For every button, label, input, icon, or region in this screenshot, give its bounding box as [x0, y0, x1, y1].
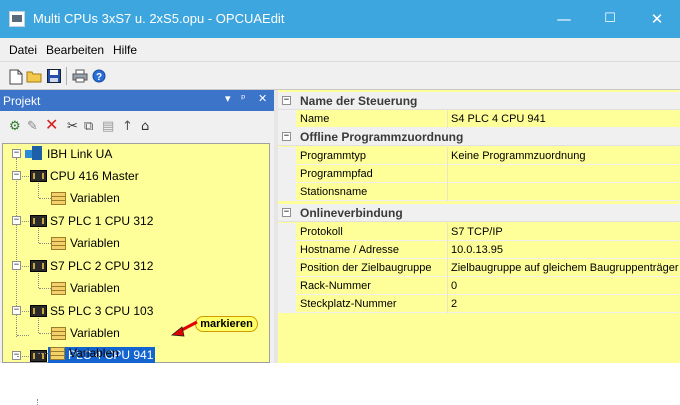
tree-node-variables[interactable]: Variablen [69, 346, 119, 360]
property-row[interactable]: Position der Zielbaugruppe Zielbaugruppe… [278, 259, 680, 277]
menu-bar: Datei Bearbeiten Hilfe [0, 38, 680, 62]
node-collapse-icon[interactable]: − [12, 216, 21, 225]
variables-icon [51, 192, 66, 205]
node-collapse-icon[interactable]: − [12, 306, 21, 315]
cut-icon[interactable]: ✂ [67, 120, 78, 134]
property-row[interactable]: Programmpfad [278, 165, 680, 183]
svg-text:?: ? [96, 72, 102, 83]
property-row[interactable]: Protokoll S7 TCP/IP [278, 223, 680, 241]
edit-icon[interactable]: ✎ [27, 120, 38, 134]
markieren-callout: markieren [195, 316, 258, 332]
plc-icon [30, 260, 47, 272]
tree-node-plc[interactable]: S5 PLC 3 CPU 103 [50, 304, 153, 318]
home-icon[interactable]: ⌂ [141, 120, 149, 134]
property-category[interactable]: − Offline Programmzuordnung [278, 128, 680, 146]
app-icon [9, 11, 25, 27]
property-category[interactable]: − Onlineverbindung [278, 204, 680, 222]
network-icon [25, 146, 43, 160]
category-collapse-icon[interactable]: − [282, 132, 291, 141]
variables-icon [51, 237, 66, 250]
tree-node-plc[interactable]: S7 PLC 2 CPU 312 [50, 259, 153, 273]
plc-icon [30, 350, 47, 362]
toolbar-separator [66, 67, 67, 85]
root-collapse-icon[interactable]: − [12, 149, 21, 158]
tree-node-variables[interactable]: Variablen [70, 326, 120, 340]
plc-icon [30, 170, 47, 182]
delete-icon[interactable]: ✕ [45, 117, 58, 133]
category-collapse-icon[interactable]: − [282, 96, 291, 105]
tree-node-variables[interactable]: Variablen [70, 236, 120, 250]
project-toolbar: ⚙ ✎ ✕ ✂ ⧉ ▤ ↑ ⌂ [0, 111, 274, 143]
new-file-icon[interactable] [8, 69, 24, 85]
project-panel-title: Projekt [3, 94, 41, 108]
minimize-button[interactable]: — [541, 0, 587, 38]
tree-node-root[interactable]: IBH Link UA [47, 147, 112, 161]
plc-icon [30, 215, 47, 227]
open-folder-icon[interactable] [26, 69, 42, 85]
tree-line [16, 158, 17, 328]
menu-bearbeiten[interactable]: Bearbeiten [46, 43, 104, 57]
close-button[interactable]: ✕ [634, 0, 680, 38]
tree-node-variables[interactable]: Variablen [70, 281, 120, 295]
property-row[interactable]: Hostname / Adresse 10.0.13.95 [278, 241, 680, 259]
paste-icon[interactable]: ▤ [102, 120, 114, 134]
property-row[interactable]: Programmtyp Keine Programmzuordnung [278, 147, 680, 165]
panel-dropdown-icon[interactable]: ▾ [225, 92, 231, 105]
property-row[interactable]: Rack-Nummer 0 [278, 277, 680, 295]
project-panel: Projekt ▾ ᵖ ✕ ⚙ ✎ ✕ ✂ ⧉ ▤ ↑ ⌂ − IBH Link… [0, 90, 274, 405]
category-collapse-icon[interactable]: − [282, 208, 291, 217]
node-collapse-icon[interactable]: − [12, 261, 21, 270]
title-bar: Multi CPUs 3xS7 u. 2xS5.opu - OPCUAEdit … [0, 0, 680, 38]
variables-icon [51, 327, 66, 340]
tree-node-variables[interactable]: Variablen [70, 191, 120, 205]
tree-node-plc[interactable]: S7 PLC 1 CPU 312 [50, 214, 153, 228]
node-collapse-icon[interactable]: − [12, 171, 21, 180]
print-icon[interactable] [72, 69, 88, 85]
panel-close-icon[interactable]: ✕ [258, 92, 267, 105]
tree-node-plc[interactable]: CPU 416 Master [50, 169, 139, 183]
callout-arrow-icon [170, 320, 198, 337]
property-row[interactable]: Stationsname [278, 183, 680, 201]
copy-icon[interactable]: ⧉ [84, 120, 93, 134]
project-panel-header: Projekt ▾ ᵖ ✕ [0, 90, 274, 111]
property-grid: − Name der Steuerung Name S4 PLC 4 CPU 9… [278, 90, 680, 363]
move-up-icon[interactable]: ↑ [122, 120, 133, 134]
plc-icon [30, 305, 47, 317]
variables-icon [50, 347, 65, 360]
property-row[interactable]: Steckplatz-Nummer 2 [278, 295, 680, 313]
window-title: Multi CPUs 3xS7 u. 2xS5.opu - OPCUAEdit [33, 11, 285, 26]
help-icon[interactable]: ? [91, 69, 107, 85]
menu-hilfe[interactable]: Hilfe [113, 43, 137, 57]
panel-pin-icon[interactable]: ᵖ [241, 92, 246, 105]
save-icon[interactable] [46, 69, 62, 85]
main-toolbar: ? [0, 62, 680, 90]
connect-icon[interactable]: ⚙ [9, 120, 21, 134]
property-category[interactable]: − Name der Steuerung [278, 92, 680, 110]
property-row[interactable]: Name S4 PLC 4 CPU 941 [278, 110, 680, 128]
variables-icon [51, 282, 66, 295]
maximize-button[interactable]: ☐ [587, 0, 633, 38]
menu-datei[interactable]: Datei [9, 43, 37, 57]
